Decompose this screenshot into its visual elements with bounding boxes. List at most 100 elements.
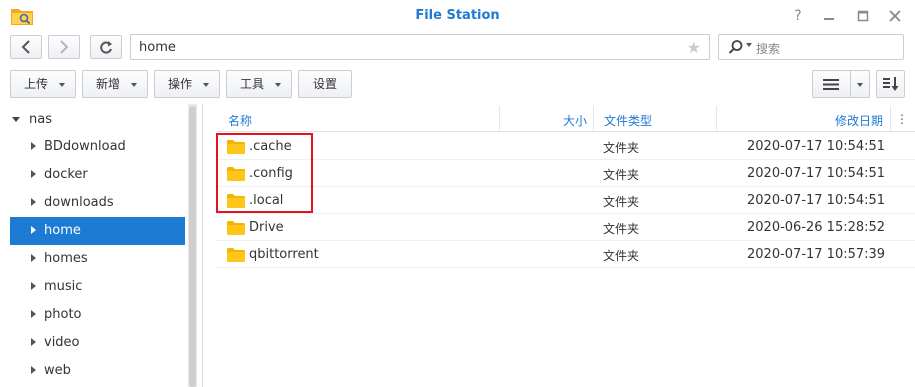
table-row[interactable]: .local 文件夹 2020-07-17 10:54:51 [216,187,915,214]
table-row[interactable]: qbittorrent 文件夹 2020-07-17 10:57:39 [216,241,915,268]
minimize-button[interactable] [818,6,840,26]
chevron-down-icon [131,83,137,87]
file-type: 文件夹 [603,249,640,263]
sidebar-scrollbar-thumb[interactable] [189,106,196,387]
collapsed-arrow-icon[interactable] [31,142,36,150]
new-label: 新增 [96,77,121,91]
tree-item-bddownload[interactable]: BDdownload [10,133,185,161]
highlight-box [216,133,313,213]
view-button-divider [850,71,851,97]
close-button[interactable] [884,6,906,26]
back-button[interactable] [10,35,42,59]
sort-button[interactable] [876,70,905,98]
list-view-icon [823,79,839,90]
column-divider[interactable] [716,106,717,132]
search-options-caret-icon[interactable] [746,43,752,47]
table-header: 名称 大小 文件类型 修改日期 ⋮ [216,106,915,132]
column-options-icon[interactable]: ⋮ [896,112,908,126]
collapsed-arrow-icon[interactable] [31,254,36,262]
file-modified: 2020-07-17 10:54:51 [747,166,886,181]
file-modified: 2020-06-26 15:28:52 [747,220,886,235]
action-label: 操作 [168,77,193,91]
close-icon [889,10,901,22]
column-divider[interactable] [499,106,500,132]
column-divider[interactable] [890,106,891,132]
settings-label: 设置 [313,77,338,91]
view-mode-button[interactable] [812,70,870,98]
help-button[interactable]: ? [787,6,809,26]
path-bar[interactable]: home ★ [130,34,710,60]
action-button[interactable]: 操作 [154,70,220,98]
collapsed-arrow-icon[interactable] [31,170,36,178]
collapsed-arrow-icon[interactable] [31,198,36,206]
new-button[interactable]: 新增 [82,70,148,98]
path-text: home [139,40,176,55]
tree-item-label: video [44,335,80,350]
chevron-down-icon [203,83,209,87]
tree-item-home[interactable]: home [10,217,185,245]
file-modified: 2020-07-17 10:54:51 [747,193,886,208]
maximize-button[interactable] [852,6,874,26]
column-header-modified[interactable]: 修改日期 [835,112,883,129]
table-row[interactable]: .cache 文件夹 2020-07-17 10:54:51 [216,133,915,160]
column-header-type[interactable]: 文件类型 [604,112,652,129]
tree-item-downloads[interactable]: downloads [10,189,185,217]
file-list: 名称 大小 文件类型 修改日期 ⋮ .cache 文件夹 2020-07-17 … [216,106,915,387]
file-modified: 2020-07-17 10:57:39 [747,247,886,262]
tree-root-label: nas [29,112,52,127]
tree-item-label: docker [44,167,88,182]
file-modified: 2020-07-17 10:54:51 [747,139,886,154]
tree-item-photo[interactable]: photo [10,301,185,329]
table-row[interactable]: .config 文件夹 2020-07-17 10:54:51 [216,160,915,187]
expanded-arrow-icon[interactable] [12,117,20,122]
chevron-down-icon [59,83,65,87]
upload-label: 上传 [24,77,49,91]
window-title: File Station [415,8,500,23]
file-type: 文件夹 [603,141,640,155]
refresh-icon [100,41,112,54]
folder-icon [227,248,245,262]
column-header-name[interactable]: 名称 [228,112,252,129]
star-icon[interactable]: ★ [687,38,701,57]
forward-button[interactable] [48,35,80,59]
tree-item-docker[interactable]: docker [10,161,185,189]
tree-item-label: music [44,279,83,294]
tree-item-label: home [44,223,81,238]
search-icon [728,40,743,54]
search-input[interactable]: 搜索 [718,34,904,60]
collapsed-arrow-icon[interactable] [31,338,36,346]
tree-item-label: BDdownload [44,139,126,154]
tree-item-web[interactable]: web [10,357,185,385]
sidebar-scrollbar[interactable] [188,104,197,387]
tree-item-homes[interactable]: homes [10,245,185,273]
search-placeholder: 搜索 [756,42,781,56]
file-name: Drive [249,220,284,235]
file-type: 文件夹 [603,168,640,182]
tools-button[interactable]: 工具 [226,70,292,98]
tree-item-label: web [44,363,71,378]
tools-label: 工具 [240,77,265,91]
column-header-size[interactable]: 大小 [563,112,587,129]
pane-divider[interactable] [202,104,203,387]
file-type: 文件夹 [603,222,640,236]
tree-item-label: photo [44,307,82,322]
tree-item-video[interactable]: video [10,329,185,357]
minimize-icon [824,18,834,20]
collapsed-arrow-icon[interactable] [31,310,36,318]
tree-item-music[interactable]: music [10,273,185,301]
chevron-down-icon[interactable] [857,83,863,87]
settings-button[interactable]: 设置 [298,70,352,98]
collapsed-arrow-icon[interactable] [31,282,36,290]
column-divider[interactable] [593,106,594,132]
table-row[interactable]: Drive 文件夹 2020-06-26 15:28:52 [216,214,915,241]
folder-tree: nas BDdownload docker downloads home hom… [0,104,198,387]
chevron-left-icon [21,40,30,54]
collapsed-arrow-icon[interactable] [31,366,36,374]
file-type: 文件夹 [603,195,640,209]
collapsed-arrow-icon[interactable] [31,226,36,234]
sort-icon [883,77,899,91]
maximize-icon [857,10,869,22]
tree-item-label: homes [44,251,88,266]
refresh-button[interactable] [90,35,122,59]
upload-button[interactable]: 上传 [10,70,76,98]
